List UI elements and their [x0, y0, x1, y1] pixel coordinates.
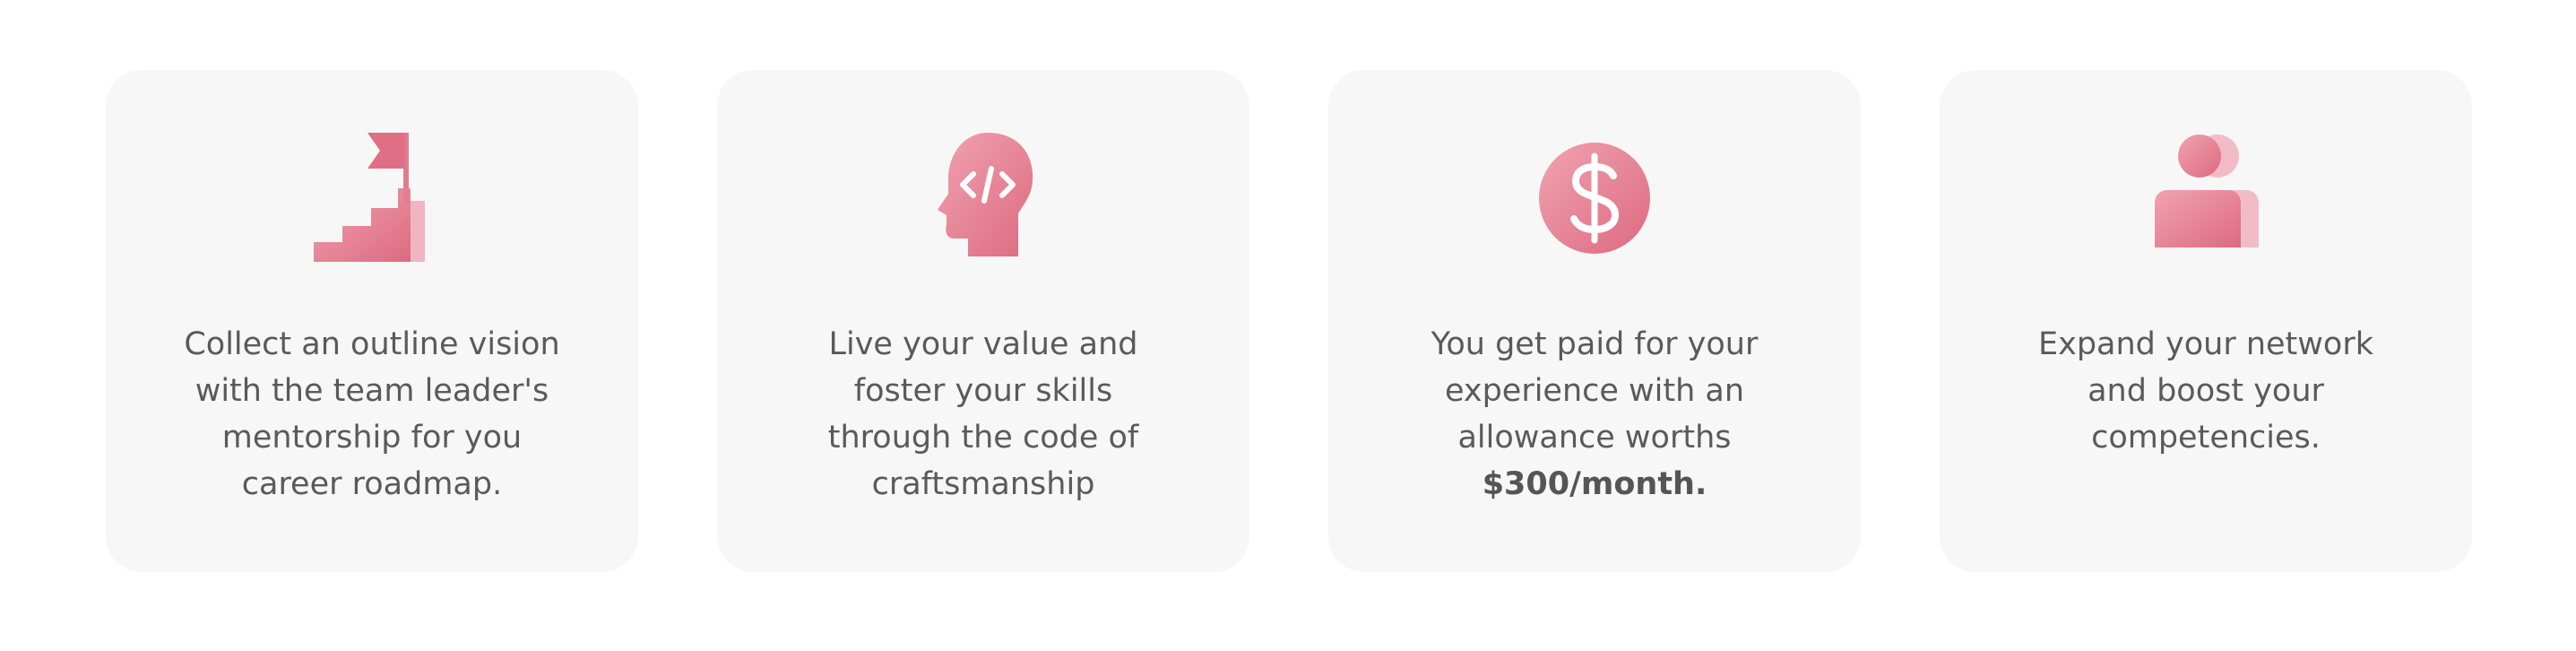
- benefit-text-line: mentorship for you: [221, 420, 523, 456]
- benefit-text: Collect an outline vision with the team …: [175, 321, 569, 508]
- benefit-text: Expand your network and boost your compe…: [2009, 321, 2403, 461]
- dollar-coin-icon: [1527, 131, 1662, 265]
- benefit-text-line: career roadmap.: [241, 466, 503, 502]
- benefit-text-line: foster your skills: [853, 373, 1113, 409]
- benefit-text-line: with the team leader's: [194, 373, 549, 409]
- benefit-text-line: through the code of: [827, 420, 1139, 456]
- users-icon: [2139, 131, 2273, 265]
- benefit-text-line: Collect an outline vision: [184, 326, 560, 362]
- benefit-text-line: craftsmanship: [871, 466, 1095, 502]
- benefit-card-craftsmanship: Live your value and foster your skills t…: [717, 70, 1249, 572]
- benefit-text: You get paid for your experience with an…: [1397, 321, 1792, 508]
- benefit-text-line: Expand your network: [2038, 326, 2373, 362]
- benefit-card-allowance: You get paid for your experience with an…: [1328, 70, 1861, 572]
- stairs-flag-icon: [305, 131, 439, 265]
- benefit-text-line: Live your value and: [828, 326, 1138, 362]
- benefit-text-line: allowance worths: [1457, 420, 1732, 456]
- benefit-card-roadmap: Collect an outline vision with the team …: [106, 70, 638, 572]
- benefit-card-network: Expand your network and boost your compe…: [1940, 70, 2472, 572]
- benefit-text-line: You get paid for your: [1431, 326, 1759, 362]
- benefit-text-line: competencies.: [2091, 420, 2321, 456]
- benefit-text-line: and boost your: [2088, 373, 2324, 409]
- benefit-text-line: experience with an: [1444, 373, 1745, 409]
- benefit-cards: Collect an outline vision with the team …: [0, 0, 2576, 651]
- head-code-icon: [916, 131, 1050, 265]
- allowance-amount: $300/month.: [1482, 466, 1707, 502]
- benefit-text: Live your value and foster your skills t…: [786, 321, 1180, 508]
